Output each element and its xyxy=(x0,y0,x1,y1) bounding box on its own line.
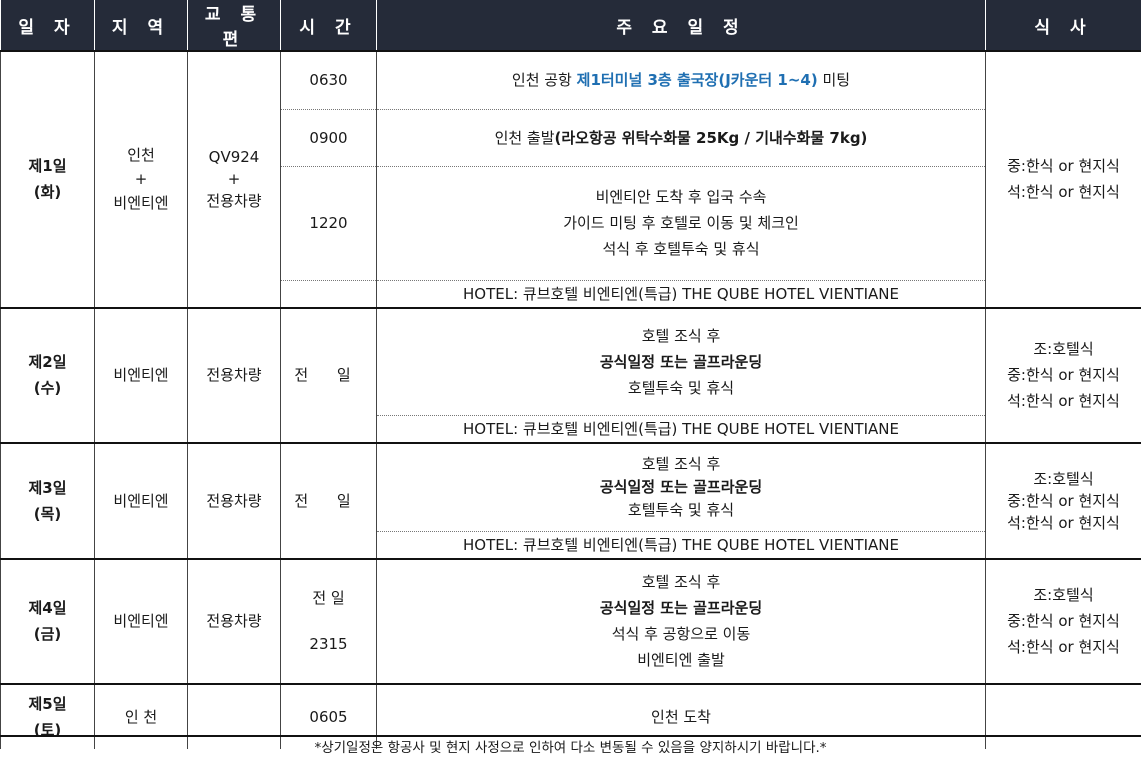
itinerary-table: 일 자 지 역 교 통 편 시 간 주 요 일 정 식 사 제1일 (화) 인천… xyxy=(0,0,1141,749)
day4-schedule: 호텔 조식 후 공식일정 또는 골프라운딩 석식 후 공항으로 이동 비엔티엔 … xyxy=(376,557,986,684)
day1-time-empty xyxy=(280,279,377,308)
day1-region: 인천 + 비엔티엔 xyxy=(94,50,188,308)
day2-date: 제2일 (수) xyxy=(0,306,95,443)
meeting-point: 제1터미널 3층 출국장(J카운터 1~4) xyxy=(576,71,818,90)
day2-transport: 전용차량 xyxy=(187,306,281,443)
header-row: 일 자 지 역 교 통 편 시 간 주 요 일 정 식 사 xyxy=(0,0,1141,51)
day1-schedule-3: 비엔티안 도착 후 입국 수속 가이드 미팅 후 호텔로 이동 및 체크인 석식… xyxy=(376,166,986,280)
day1-transport: QV924 + 전용차량 xyxy=(187,50,281,308)
day2-time: 전 일 xyxy=(280,306,377,443)
day2-row: 제2일 (수) 비엔티엔 전용차량 전 일 호텔 조식 후 공식일정 또는 골프… xyxy=(0,306,1141,443)
day1-meals: 중:한식 or 현지식 석:한식 or 현지식 xyxy=(985,50,1141,308)
day2-schedule: 호텔 조식 후 공식일정 또는 골프라운딩 호텔투숙 및 휴식 xyxy=(376,306,986,416)
header-transport: 교 통 편 xyxy=(187,0,281,51)
day4-time: 전 일 2315 xyxy=(280,557,377,684)
day4-region: 비엔티엔 xyxy=(94,557,188,684)
day3-transport: 전용차량 xyxy=(187,442,281,559)
day2-region: 비엔티엔 xyxy=(94,306,188,443)
day3-date: 제3일 (목) xyxy=(0,442,95,559)
day3-row: 제3일 (목) 비엔티엔 전용차량 전 일 호텔 조식 후 공식일정 또는 골프… xyxy=(0,442,1141,559)
day1-label: 제1일 xyxy=(28,157,67,176)
day1-weekday: (화) xyxy=(33,183,62,202)
header-schedule: 주 요 일 정 xyxy=(376,0,986,51)
flight-number: QV924 xyxy=(208,148,260,167)
day3-hotel: HOTEL: 큐브호텔 비엔티엔(특급) THE QUBE HOTEL VIEN… xyxy=(376,530,986,559)
day3-region: 비엔티엔 xyxy=(94,442,188,559)
day4-row: 제4일 (금) 비엔티엔 전용차량 전 일 2315 호텔 조식 후 공식일정 … xyxy=(0,557,1141,684)
day1-schedule-2: 인천 출발(라오항공 위탁수화물 25Kg / 기내수화물 7kg) xyxy=(376,109,986,167)
day4-transport: 전용차량 xyxy=(187,557,281,684)
day3-meals: 조:호텔식 중:한식 or 현지식 석:한식 or 현지식 xyxy=(985,442,1141,559)
day1-row: 제1일 (화) 인천 + 비엔티엔 QV924 + 전용차량 0630 인천 공… xyxy=(0,50,1141,308)
day1-time-1: 0630 xyxy=(280,50,377,110)
day3-schedule: 호텔 조식 후 공식일정 또는 골프라운딩 호텔투숙 및 휴식 xyxy=(376,442,986,531)
day4-meals: 조:호텔식 중:한식 or 현지식 석:한식 or 현지식 xyxy=(985,557,1141,684)
day1-time-3: 1220 xyxy=(280,166,377,280)
day2-hotel: HOTEL: 큐브호텔 비엔티엔(특급) THE QUBE HOTEL VIEN… xyxy=(376,415,986,443)
footer-note: *상기일정은 항공사 및 현지 사정으로 인하여 다소 변동될 수 있음을 양지… xyxy=(0,735,1141,759)
header-time: 시 간 xyxy=(280,0,377,51)
day1-date: 제1일 (화) xyxy=(0,50,95,308)
day1-hotel: HOTEL: 큐브호텔 비엔티엔(특급) THE QUBE HOTEL VIEN… xyxy=(376,279,986,308)
header-region: 지 역 xyxy=(94,0,188,51)
header-date: 일 자 xyxy=(0,0,95,51)
day3-time: 전 일 xyxy=(280,442,377,559)
day1-schedule-1: 인천 공항 제1터미널 3층 출국장(J카운터 1~4) 미팅 xyxy=(376,50,986,110)
day1-time-2: 0900 xyxy=(280,109,377,167)
day2-meals: 조:호텔식 중:한식 or 현지식 석:한식 or 현지식 xyxy=(985,306,1141,443)
header-meals: 식 사 xyxy=(985,0,1141,51)
day4-date: 제4일 (금) xyxy=(0,557,95,684)
